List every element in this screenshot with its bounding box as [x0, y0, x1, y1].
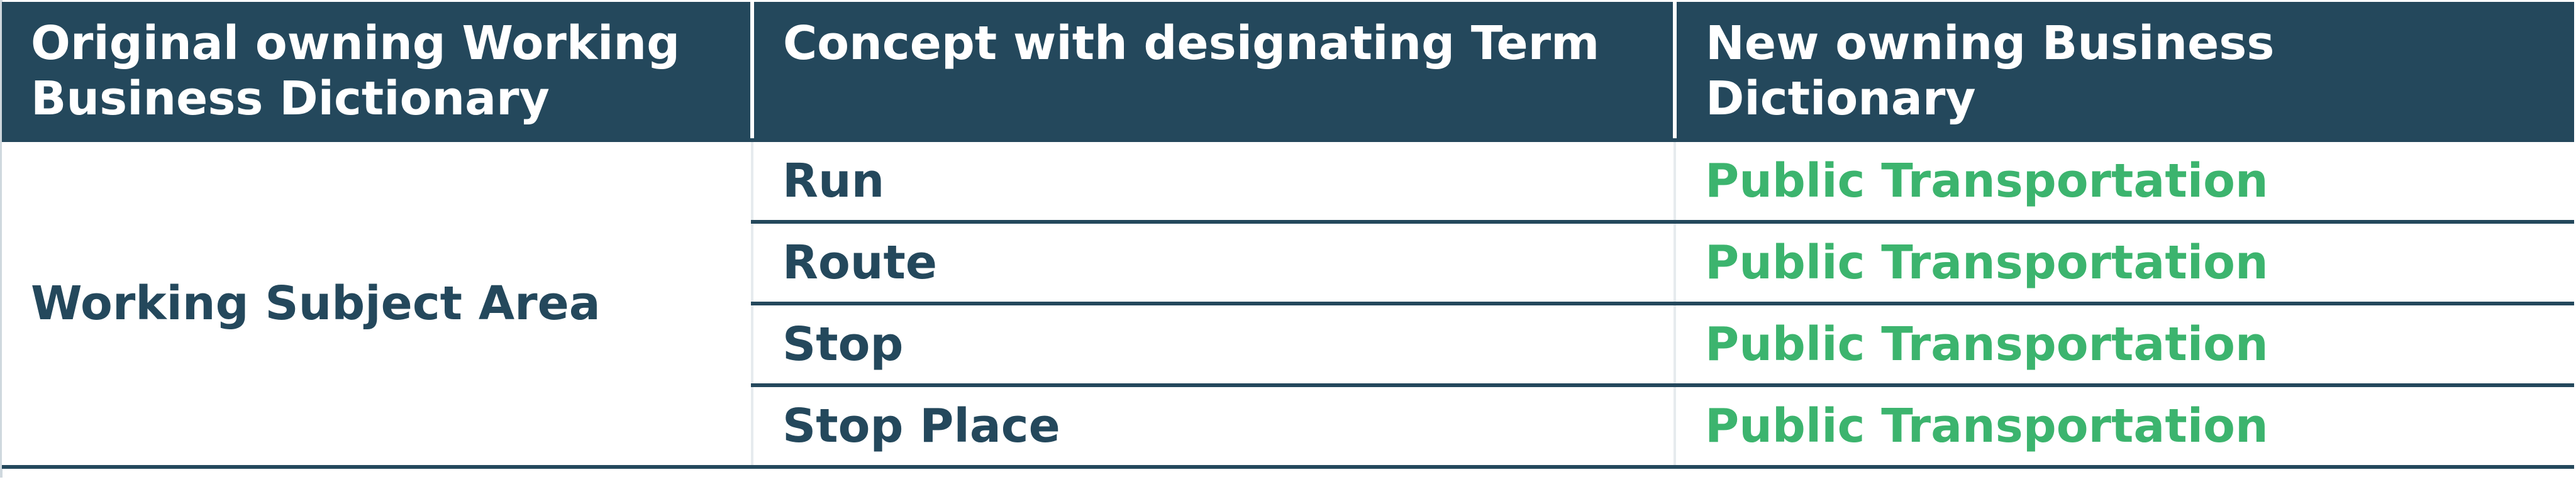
header-row: Original owning Working Business Diction… — [2, 2, 2574, 142]
table-row: Working Subject Area Run Public Transpor… — [2, 140, 2574, 469]
header-concept-term: Concept with designating Term — [752, 2, 1677, 142]
concept-cell: Stop — [752, 304, 1676, 387]
new-dictionary-cell: Public Transportation — [1675, 222, 2574, 305]
header-new-dictionary: New owning Business Dictionary — [1675, 2, 2574, 142]
new-dictionary-cell: Public Transportation — [1675, 385, 2574, 469]
concept-cell: Stop Place — [752, 385, 1676, 469]
table-body: Working Subject Area Run Public Transpor… — [2, 140, 2574, 469]
header-original-dictionary: Original owning Working Business Diction… — [2, 2, 754, 142]
concept-transfer-table: Original owning Working Business Diction… — [2, 2, 2574, 469]
new-dictionary-cell: Public Transportation — [1675, 304, 2574, 387]
original-dictionary-cell: Working Subject Area — [2, 140, 753, 469]
concept-transfer-table-wrapper: Original owning Working Business Diction… — [0, 0, 2576, 482]
new-dictionary-cell: Public Transportation — [1675, 140, 2574, 224]
concept-cell: Route — [752, 222, 1676, 305]
concept-cell: Run — [752, 140, 1676, 224]
table-header: Original owning Working Business Diction… — [2, 2, 2574, 142]
